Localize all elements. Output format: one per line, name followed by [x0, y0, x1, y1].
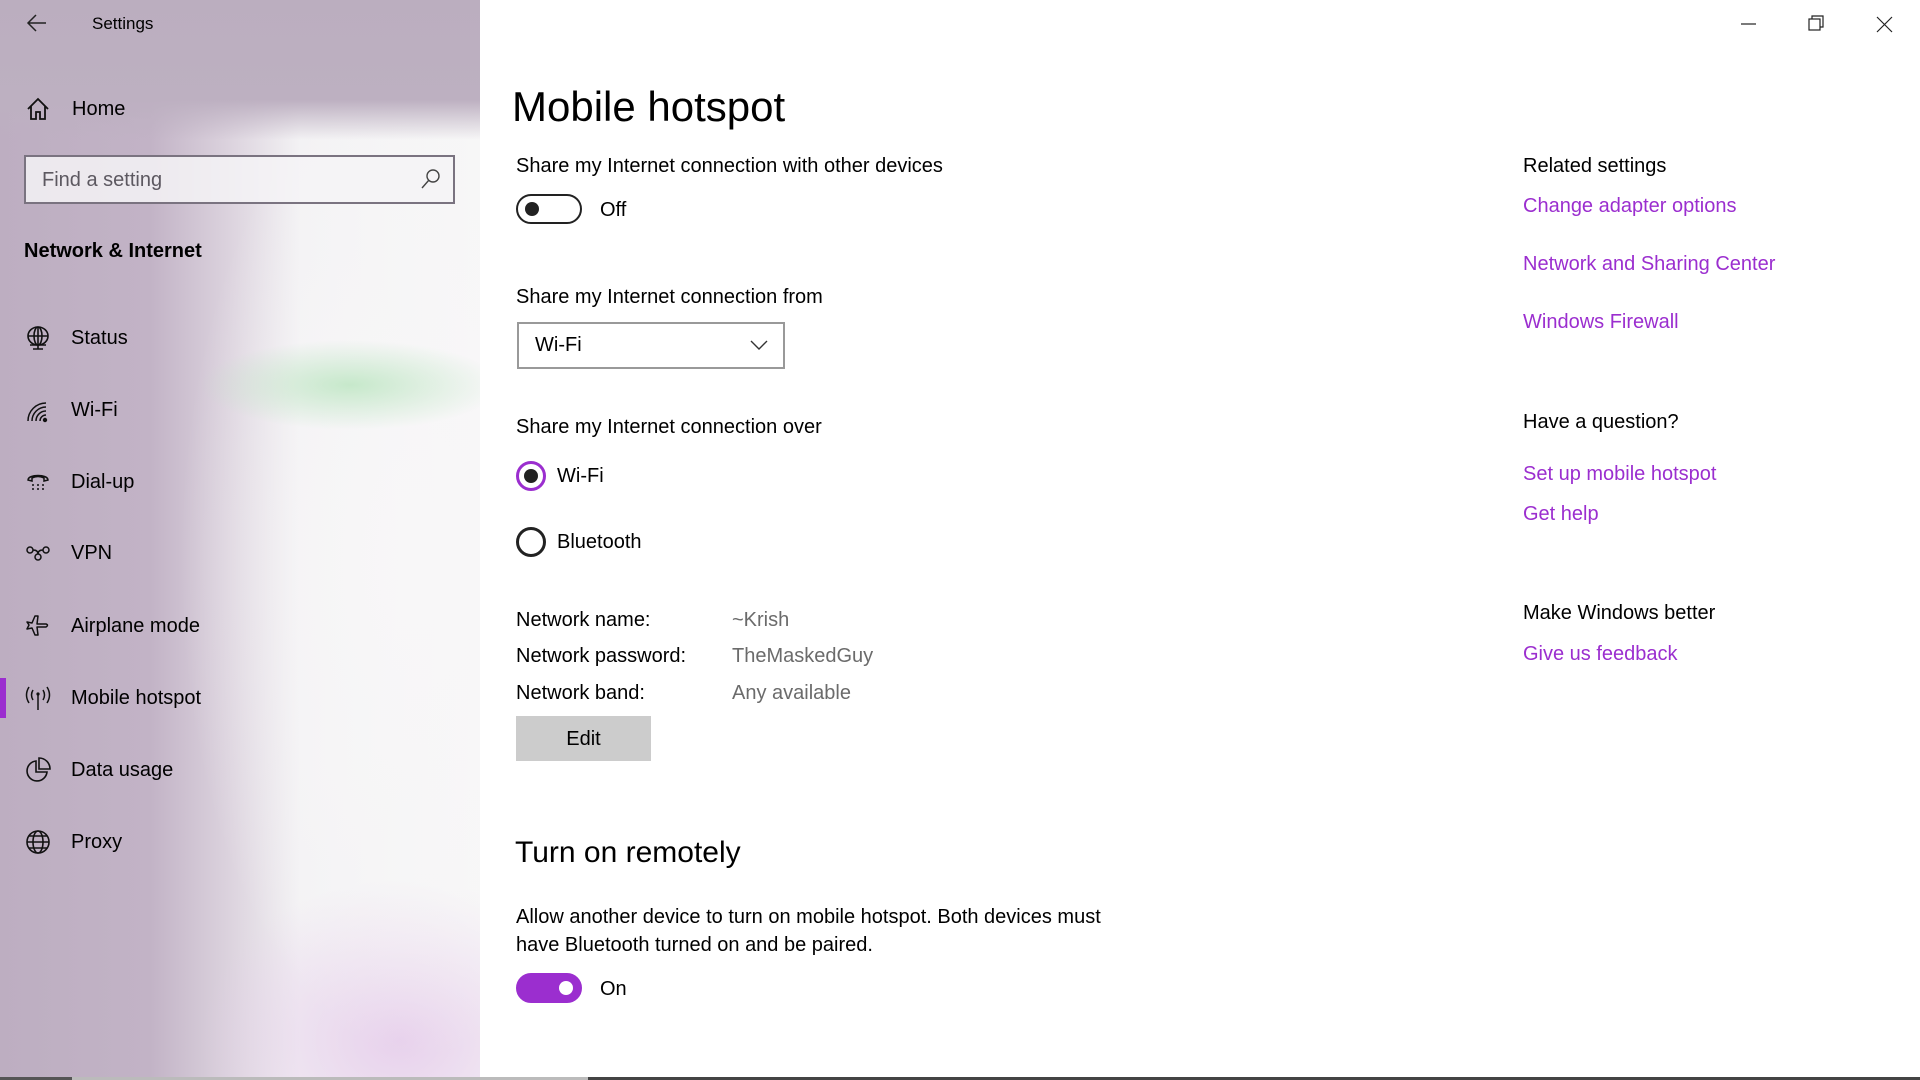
link-give-feedback[interactable]: Give us feedback	[1523, 640, 1678, 668]
hotspot-antenna-icon	[25, 686, 51, 710]
sidebar-item-airplane-mode[interactable]: Airplane mode	[0, 598, 480, 654]
sidebar-item-wifi[interactable]: Wi-Fi	[0, 382, 480, 438]
related-settings-title: Related settings	[1523, 155, 1667, 177]
sidebar-item-label: Mobile hotspot	[71, 687, 202, 709]
network-band-label: Network band:	[516, 682, 645, 704]
airplane-icon	[26, 615, 49, 636]
radio-bluetooth[interactable]	[516, 527, 546, 557]
sidebar-item-label: Status	[71, 327, 128, 349]
window-title: Settings	[92, 14, 154, 33]
remote-description-line1: Allow another device to turn on mobile h…	[516, 906, 1101, 928]
sidebar-item-data-usage[interactable]: Data usage	[0, 742, 480, 798]
network-password-label: Network password:	[516, 645, 687, 667]
share-label: Share my Internet connection with other …	[516, 155, 943, 177]
sidebar-item-label: VPN	[71, 542, 113, 564]
over-label: Share my Internet connection over	[516, 416, 822, 438]
share-toggle-state: Off	[600, 199, 627, 221]
search-icon[interactable]	[419, 167, 443, 191]
link-network-sharing-center[interactable]: Network and Sharing Center	[1523, 250, 1775, 278]
question-title: Have a question?	[1523, 411, 1679, 433]
link-get-help[interactable]: Get help	[1523, 500, 1599, 528]
link-set-up-hotspot[interactable]: Set up mobile hotspot	[1523, 460, 1716, 488]
radio-bluetooth-label[interactable]: Bluetooth	[557, 528, 642, 556]
sidebar: Settings Home Find a setting Network & I…	[0, 0, 480, 1080]
radio-wifi[interactable]	[516, 461, 546, 491]
remote-description-line2: have Bluetooth turned on and be paired.	[516, 934, 873, 956]
share-toggle[interactable]	[516, 194, 582, 224]
globe-icon	[26, 830, 50, 854]
sidebar-item-dialup[interactable]: Dial-up	[0, 454, 480, 510]
sidebar-item-home[interactable]: Home	[0, 81, 480, 137]
network-name-label: Network name:	[516, 609, 651, 631]
network-name-value: ~Krish	[732, 609, 790, 631]
dropdown-value: Wi-Fi	[535, 334, 582, 356]
search-placeholder: Find a setting	[42, 169, 163, 191]
dialup-phone-icon	[27, 474, 49, 490]
better-title: Make Windows better	[1523, 602, 1716, 624]
close-icon[interactable]	[1864, 6, 1904, 42]
section-title: Network & Internet	[24, 240, 202, 262]
from-label: Share my Internet connection from	[516, 286, 823, 308]
search-input[interactable]: Find a setting	[24, 155, 455, 204]
wifi-icon	[27, 402, 48, 423]
network-password-value: TheMaskedGuy	[732, 645, 874, 667]
link-windows-firewall[interactable]: Windows Firewall	[1523, 308, 1679, 336]
restore-icon[interactable]	[1795, 6, 1835, 42]
home-icon	[27, 97, 49, 120]
status-globe-icon	[27, 326, 49, 350]
sidebar-item-label: Proxy	[71, 831, 123, 853]
selected-indicator	[0, 678, 6, 718]
sidebar-item-status[interactable]: Status	[0, 310, 480, 366]
network-band-value: Any available	[732, 682, 851, 704]
remote-toggle[interactable]	[516, 973, 582, 1003]
vpn-icon	[26, 546, 50, 561]
sidebar-item-label: Airplane mode	[71, 615, 200, 637]
minimize-icon[interactable]	[1728, 6, 1768, 42]
sidebar-item-vpn[interactable]: VPN	[0, 525, 480, 581]
edit-button[interactable]: Edit	[516, 716, 651, 761]
remote-toggle-state: On	[600, 978, 627, 1000]
remote-section-title: Turn on remotely	[515, 836, 741, 869]
sidebar-item-label: Wi-Fi	[71, 399, 118, 421]
sidebar-item-label: Home	[72, 98, 126, 120]
sidebar-item-proxy[interactable]: Proxy	[0, 814, 480, 870]
sidebar-item-label: Dial-up	[71, 471, 135, 493]
back-arrow-icon[interactable]	[26, 12, 48, 34]
sidebar-item-label: Data usage	[71, 759, 174, 781]
connection-from-dropdown[interactable]: Wi-Fi	[517, 322, 785, 369]
page-title: Mobile hotspot	[512, 83, 786, 130]
link-change-adapter-options[interactable]: Change adapter options	[1523, 192, 1737, 220]
radio-wifi-label[interactable]: Wi-Fi	[557, 462, 604, 490]
chevron-down-icon	[750, 340, 768, 350]
sidebar-item-mobile-hotspot[interactable]: Mobile hotspot	[0, 670, 480, 726]
pie-chart-icon	[26, 757, 51, 782]
